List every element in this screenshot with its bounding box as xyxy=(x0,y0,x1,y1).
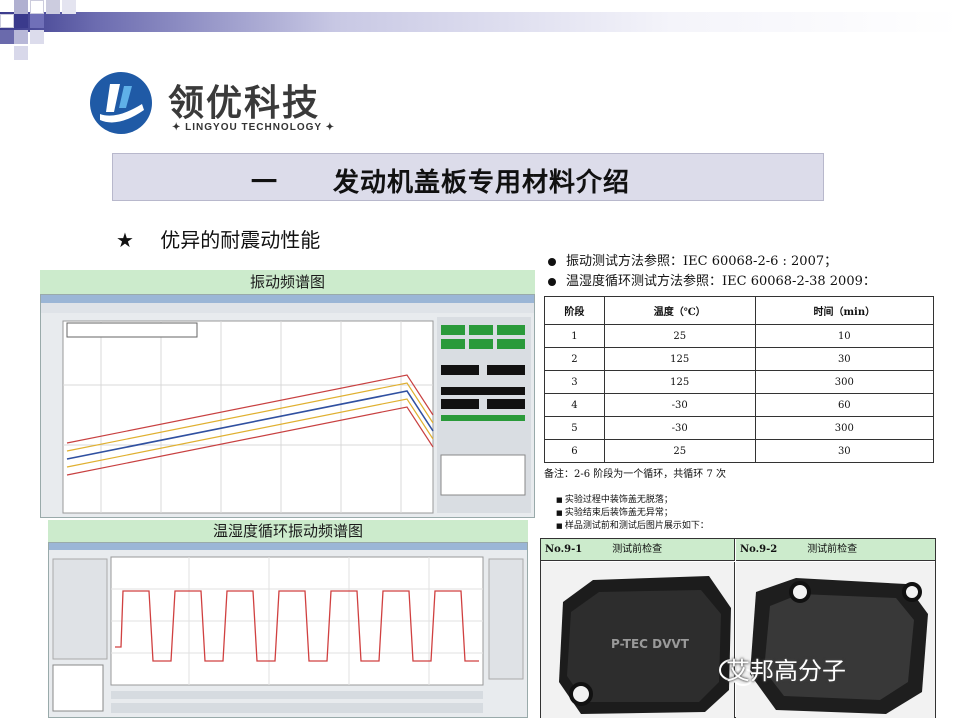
bullet-icon xyxy=(548,257,556,266)
cell: 4 xyxy=(544,393,605,417)
list-item: 实验结束后装饰盖无异常； xyxy=(556,507,709,520)
cell: 60 xyxy=(754,393,935,417)
list-item: 样品测试前和测试后图片展示如下： xyxy=(556,520,709,533)
cell: -30 xyxy=(603,393,756,417)
test-stage-table: 阶段 温度（℃） 时间（min） 1 25 10 2 125 30 3 125 300 4-… xyxy=(544,296,935,463)
table-row: 5 -30 300 xyxy=(544,416,935,440)
note-climate-method: 温湿度循环测试方法参照：IEC 60068-2-38 2009： xyxy=(548,270,876,289)
photo-header-2: No.9-2 测试前检查 xyxy=(736,539,935,561)
engine-cover-photo-back xyxy=(736,562,935,718)
vibration-panel-title: 振动频谱图 xyxy=(40,270,535,294)
table-note: 备注：2-6 阶段为一个循环，共循环 7 次 xyxy=(544,469,727,480)
section-title-bar: 一 发动机盖板专用材料介绍 xyxy=(112,153,824,201)
cell: 6 xyxy=(544,439,605,463)
logo-name-en: ✦ LINGYOU TECHNOLOGY ✦ xyxy=(172,122,336,133)
deco-square xyxy=(30,14,44,28)
deco-square xyxy=(62,0,76,14)
cycle-software-image xyxy=(49,543,527,717)
feature-heading: ★ 优异的耐震动性能 xyxy=(116,224,320,253)
table-row: 1 25 10 xyxy=(544,324,935,348)
vibration-screenshot xyxy=(40,294,535,518)
deco-square xyxy=(14,46,28,60)
engine-cover-photo-front: P-TEC DVVT xyxy=(541,562,735,718)
table-row: 3 125 300 xyxy=(544,370,935,394)
cell: 3 xyxy=(544,370,605,394)
cell: 30 xyxy=(754,347,935,371)
cell: 125 xyxy=(603,370,756,394)
section-title: 发动机盖板专用材料介绍 xyxy=(333,168,631,198)
deco-square xyxy=(14,14,28,28)
test-results-list: 实验过程中装饰盖无脱落； 实验结束后装饰盖无异常； 样品测试前和测试后图片展示如… xyxy=(556,494,709,533)
cell: 25 xyxy=(603,439,756,463)
photo-label: 测试前检查 xyxy=(807,544,858,555)
list-item: 实验过程中装饰盖无脱落； xyxy=(556,494,709,507)
cell: 5 xyxy=(544,416,605,440)
header-time: 时间（min） xyxy=(754,296,935,325)
cycle-screenshot xyxy=(48,542,528,718)
cell: 10 xyxy=(754,324,935,348)
deco-square xyxy=(0,30,14,44)
photo-header-1: No.9-1 测试前检查 xyxy=(541,539,735,561)
cycle-panel-title: 温湿度循环振动频谱图 xyxy=(48,520,528,542)
cell: 300 xyxy=(754,416,935,440)
deco-square xyxy=(14,0,28,14)
photo-label: 测试前检查 xyxy=(612,544,663,555)
deco-square xyxy=(0,14,14,28)
header-stage: 阶段 xyxy=(544,296,605,325)
section-number: 一 xyxy=(251,168,278,198)
cell: 1 xyxy=(544,324,605,348)
note-text: 温湿度循环测试方法参照：IEC 60068-2-38 2009： xyxy=(566,274,876,289)
vibration-software-image xyxy=(41,295,534,517)
table-header-row: 阶段 温度（℃） 时间（min） xyxy=(544,296,935,325)
bullet-icon xyxy=(548,277,556,286)
cell: -30 xyxy=(603,416,756,440)
header-temperature: 温度（℃） xyxy=(603,296,756,325)
photo-number: No.9-2 xyxy=(740,544,778,555)
deco-square xyxy=(30,30,44,44)
photo-number: No.9-1 xyxy=(545,544,583,555)
cover-marking: P-TEC DVVT xyxy=(611,637,690,651)
deco-square xyxy=(46,0,60,14)
note-vibration-method: 振动测试方法参照：IEC 60068-2-6 : 2007； xyxy=(548,250,837,269)
table-row: 4 -30 60 xyxy=(544,393,935,417)
header-gradient-bar xyxy=(0,12,960,32)
table-row: 2 125 30 xyxy=(544,347,935,371)
deco-square xyxy=(14,30,28,44)
feature-text: 优异的耐震动性能 xyxy=(160,228,321,252)
table-row: 6 25 30 xyxy=(544,439,935,463)
company-logo: 领优科技 ✦ LINGYOU TECHNOLOGY ✦ xyxy=(86,70,346,136)
cell: 300 xyxy=(754,370,935,394)
logo-name-cn: 领优科技 xyxy=(168,83,321,124)
sample-photo-table: No.9-1 测试前检查 No.9-2 测试前检查 P-TEC DVVT xyxy=(540,538,936,718)
star-icon: ★ xyxy=(116,228,134,252)
cell: 125 xyxy=(603,347,756,371)
deco-square xyxy=(30,0,44,14)
cell: 30 xyxy=(754,439,935,463)
cell: 25 xyxy=(603,324,756,348)
note-text: 振动测试方法参照：IEC 60068-2-6 : 2007； xyxy=(566,254,838,269)
watermark-text: 艾邦高分子 xyxy=(726,657,846,685)
cell: 2 xyxy=(544,347,605,371)
logo-emblem-icon xyxy=(90,72,152,134)
